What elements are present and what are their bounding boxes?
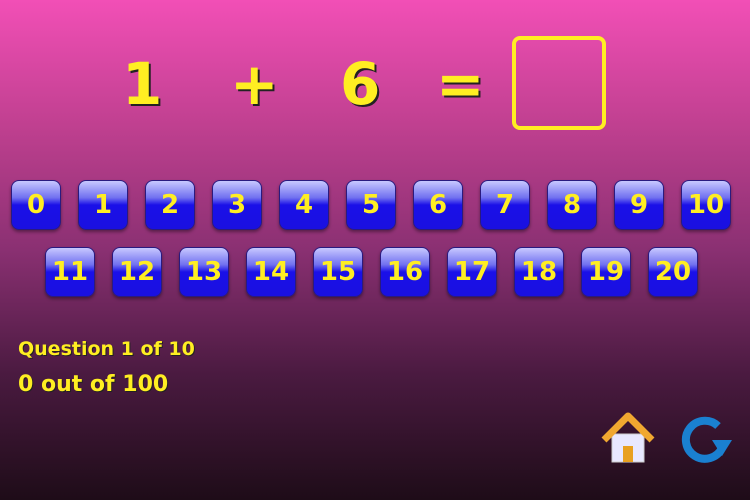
equals-sign: = <box>436 50 485 118</box>
number-button-12[interactable]: 12 <box>112 247 162 297</box>
number-button-9[interactable]: 9 <box>614 180 664 230</box>
number-button-7[interactable]: 7 <box>480 180 530 230</box>
question-counter: Question 1 of 10 <box>18 338 195 360</box>
number-button-8[interactable]: 8 <box>547 180 597 230</box>
number-button-15[interactable]: 15 <box>313 247 363 297</box>
number-button-3[interactable]: 3 <box>212 180 262 230</box>
number-button-19[interactable]: 19 <box>581 247 631 297</box>
home-icon[interactable] <box>600 412 656 464</box>
operator: + <box>230 50 279 118</box>
number-button-0[interactable]: 0 <box>11 180 61 230</box>
number-button-18[interactable]: 18 <box>514 247 564 297</box>
number-button-6[interactable]: 6 <box>413 180 463 230</box>
number-button-10[interactable]: 10 <box>681 180 731 230</box>
number-button-1[interactable]: 1 <box>78 180 128 230</box>
operand-left: 1 <box>122 50 163 118</box>
number-button-13[interactable]: 13 <box>179 247 229 297</box>
number-button-5[interactable]: 5 <box>346 180 396 230</box>
number-button-14[interactable]: 14 <box>246 247 296 297</box>
number-button-2[interactable]: 2 <box>145 180 195 230</box>
number-button-11[interactable]: 11 <box>45 247 95 297</box>
number-button-4[interactable]: 4 <box>279 180 329 230</box>
number-button-20[interactable]: 20 <box>648 247 698 297</box>
score-text: 0 out of 100 <box>18 372 169 397</box>
operand-right: 6 <box>340 50 381 118</box>
refresh-icon[interactable] <box>678 412 734 464</box>
number-button-17[interactable]: 17 <box>447 247 497 297</box>
number-button-16[interactable]: 16 <box>380 247 430 297</box>
answer-box <box>512 36 606 130</box>
